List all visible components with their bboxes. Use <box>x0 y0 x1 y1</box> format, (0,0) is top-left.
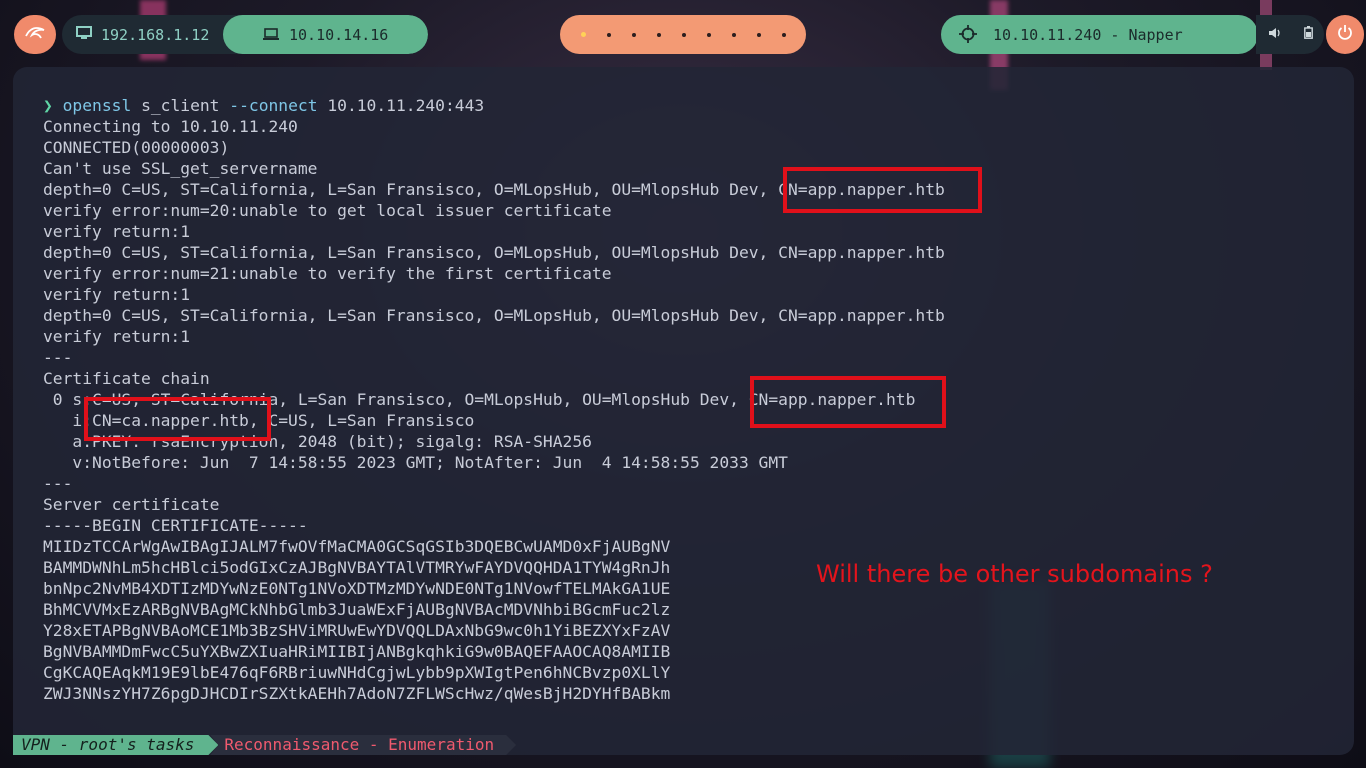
workspace-3[interactable] <box>631 32 636 37</box>
output-line: Connecting to 10.10.11.240 <box>43 117 298 136</box>
workspace-switcher <box>560 15 806 54</box>
prompt-arrow: ❯ <box>43 96 53 115</box>
workspace-2[interactable] <box>606 32 611 37</box>
command-program: openssl <box>62 96 132 115</box>
laptop-icon <box>263 27 279 45</box>
output-line: Y28xETAPBgNVBAoMCE1Mb3BzSHViMRUwEwYDVQQL… <box>43 621 671 640</box>
output-line: verify return:1 <box>43 285 191 304</box>
workspace-8[interactable] <box>756 32 761 37</box>
output-line: depth=0 C=US, ST=California, L=San Frans… <box>43 306 945 325</box>
command-sub: s_client <box>141 96 220 115</box>
local-ip-text: 192.168.1.12 <box>101 25 210 44</box>
window-name[interactable]: Reconnaissance - Enumeration <box>210 735 516 755</box>
workspace-7[interactable] <box>731 32 736 37</box>
ip-widget: 192.168.1.12 10.10.14.16 <box>62 15 428 54</box>
kali-dragon-icon <box>24 24 46 46</box>
output-line: CgKCAQEAqkM19E9lbE476qF6RBriuwNHdCgjwLyb… <box>43 663 671 682</box>
command-flag: --connect <box>229 96 318 115</box>
top-bar: 192.168.1.12 10.10.14.16 10.10.11.240 - … <box>0 0 1366 70</box>
session-name[interactable]: VPN - root's tasks <box>13 735 218 755</box>
power-button[interactable] <box>1326 15 1364 54</box>
output-line: --- <box>43 474 73 493</box>
workspace-9[interactable] <box>781 32 786 37</box>
output-line: Server certificate <box>43 495 220 514</box>
output-line: depth=0 C=US, ST=California, L=San Frans… <box>43 243 945 262</box>
output-line: verify return:1 <box>43 222 191 241</box>
speaker-icon[interactable] <box>1268 27 1281 43</box>
workspace-1[interactable] <box>580 32 586 37</box>
target-text: 10.10.11.240 - Napper <box>993 25 1183 44</box>
kali-menu-button[interactable] <box>14 15 56 54</box>
output-line: CONNECTED(00000003) <box>43 138 230 157</box>
target-widget[interactable]: 10.10.11.240 - Napper <box>941 15 1258 54</box>
output-line: ZWJ3NNszYH7Z6pgDJHCDIrSZXtkAEHh7AdoN7ZFL… <box>43 684 671 703</box>
output-line: bnNpc2NvMB4XDTIzMDYwNzE0NTg1NVoXDTMzMDYw… <box>43 579 671 598</box>
vpn-ip-text: 10.10.14.16 <box>289 25 389 44</box>
output-line: MIIDzTCCArWgAwIBAgIJALM7fwOVfMaCMA0GCSqG… <box>43 537 671 556</box>
output-line: v:NotBefore: Jun 7 14:58:55 2023 GMT; No… <box>43 453 788 472</box>
battery-icon[interactable] <box>1303 26 1313 43</box>
highlight-box-cn-app-1 <box>783 167 982 213</box>
output-line: verify return:1 <box>43 327 191 346</box>
highlight-box-cn-app-2 <box>750 376 946 428</box>
workspace-4[interactable] <box>656 32 661 37</box>
local-ip[interactable]: 192.168.1.12 <box>62 15 236 54</box>
power-icon <box>1337 24 1353 45</box>
output-line: -----BEGIN CERTIFICATE----- <box>43 516 308 535</box>
output-line: BhMCVVMxEzARBgNVBAgMCkNhbGlmb3JuaWExFjAU… <box>43 600 671 619</box>
crosshair-icon <box>959 25 977 48</box>
workspace-5[interactable] <box>681 32 686 37</box>
system-tray <box>1256 15 1324 54</box>
monitor-icon <box>76 25 92 44</box>
output-line: --- <box>43 348 73 367</box>
workspace-6[interactable] <box>706 32 711 37</box>
vpn-ip[interactable]: 10.10.14.16 <box>223 15 428 54</box>
command-line: ❯ openssl s_client --connect 10.10.11.24… <box>43 95 945 116</box>
tmux-status-bar: VPN - root's tasks Reconnaissance - Enum… <box>13 735 516 755</box>
output-line: BAMMDWNhLm5hcHBlci5odGIxCzAJBgNVBAYTAlVT… <box>43 558 671 577</box>
command-target: 10.10.11.240:443 <box>327 96 485 115</box>
annotation-note: Will there be other subdomains ? <box>816 560 1213 588</box>
output-line: BgNVBAMMDmFwcC5uYXBwZXIuaHRiMIIBIjANBgkq… <box>43 642 671 661</box>
output-line: verify error:num=21:unable to verify the… <box>43 264 612 283</box>
highlight-box-cn-ca <box>84 397 271 441</box>
